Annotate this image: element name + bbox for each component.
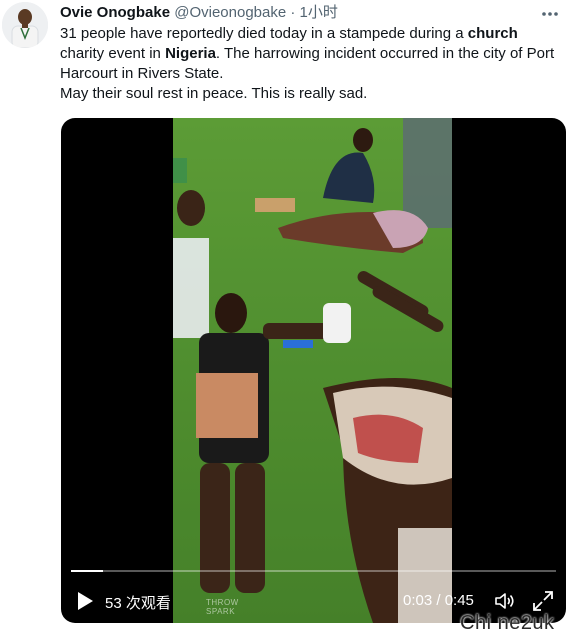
volume-button[interactable]: [493, 589, 517, 613]
avatar[interactable]: [2, 2, 48, 48]
tweet-text: 31 people have reportedly died today in …: [60, 24, 565, 104]
tweet-paragraph-2: May their soul rest in peace. This is re…: [60, 85, 368, 102]
display-name[interactable]: Ovie Onogbake: [60, 4, 170, 21]
fullscreen-button[interactable]: [531, 589, 555, 613]
text-segment: 31 people have reportedly died today in …: [60, 25, 468, 42]
video-player[interactable]: THROW SPARK 53 次观看 0:03 / 0:45: [61, 118, 566, 623]
highlight-church: church: [467, 25, 518, 42]
view-count: 53 次观看: [105, 595, 171, 612]
site-watermark: Chi ne2uk: [460, 612, 555, 634]
highlight-nigeria: Nigeria: [165, 45, 216, 62]
separator-dot: ·: [290, 4, 296, 21]
avatar-image: [2, 2, 48, 48]
volume-icon: [495, 593, 514, 609]
text-segment: charity event in: [60, 45, 166, 62]
tweet-paragraph-1: 31 people have reportedly died today in …: [60, 24, 565, 84]
progress-fill: [71, 570, 104, 572]
user-handle[interactable]: @Ovieonogbake: [174, 4, 286, 21]
play-button[interactable]: [75, 590, 95, 612]
play-icon: [78, 592, 93, 610]
more-horizontal-icon: [542, 12, 558, 16]
fullscreen-icon: [533, 591, 553, 611]
tweet-header: Ovie Onogbake @Ovieonogbake · 1小时: [60, 3, 338, 23]
timestamp[interactable]: 1小时: [300, 4, 338, 21]
progress-scrubber[interactable]: [71, 570, 556, 572]
timecode: 0:03 / 0:45: [403, 592, 474, 609]
video-frame: [173, 118, 452, 623]
more-options-button[interactable]: [535, 4, 565, 24]
